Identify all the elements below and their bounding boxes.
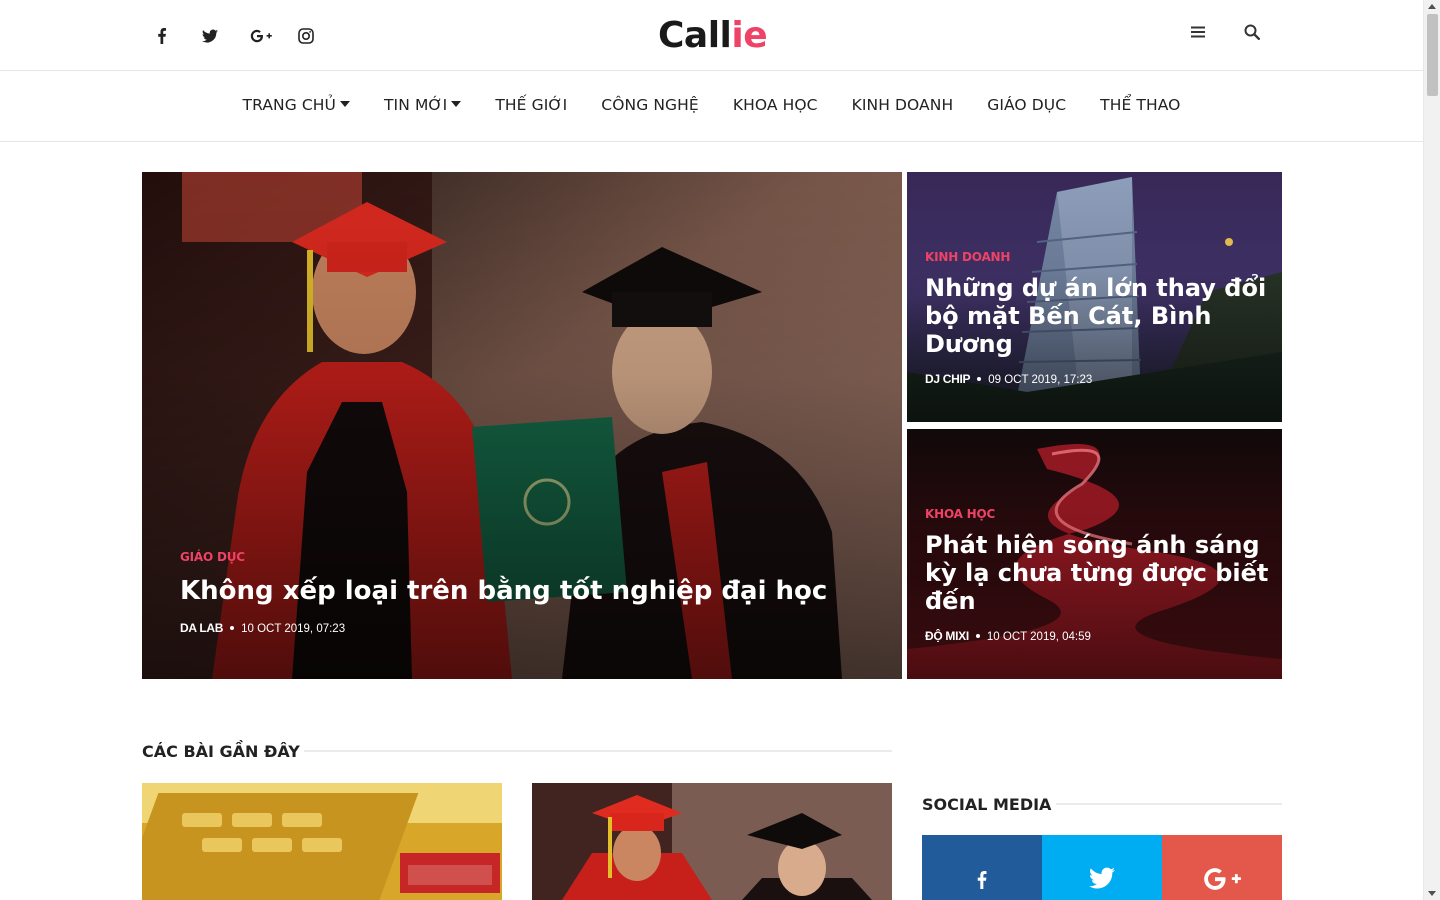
google-plus-icon bbox=[1204, 868, 1241, 890]
section-divider bbox=[1056, 803, 1282, 805]
page-scrollbar[interactable] bbox=[1423, 0, 1440, 900]
post-category[interactable]: GIÁO DỤC bbox=[180, 550, 870, 564]
post-byline: DJ CHIP 09 OCT 2019, 17:23 bbox=[925, 372, 1270, 386]
post-date: 09 OCT 2019, 17:23 bbox=[988, 374, 1093, 387]
recent-post-card[interactable] bbox=[532, 783, 892, 900]
post-category[interactable]: KINH DOANH bbox=[925, 250, 1270, 264]
site-logo[interactable]: Callie bbox=[658, 15, 768, 56]
recent-post-image bbox=[142, 783, 502, 900]
nav-item-giao-duc[interactable]: GIÁO DỤC bbox=[987, 96, 1066, 114]
facebook-icon[interactable] bbox=[150, 22, 198, 50]
nav-item-khoa-hoc[interactable]: KHOA HỌC bbox=[733, 96, 818, 114]
nav-item-kinh-doanh[interactable]: KINH DOANH bbox=[852, 96, 954, 114]
caret-down-icon bbox=[339, 101, 350, 107]
nav-item-cong-nghe[interactable]: CÔNG NGHỆ bbox=[601, 96, 699, 114]
nav-label: GIÁO DỤC bbox=[987, 96, 1067, 114]
separator-dot bbox=[230, 626, 235, 631]
main-navigation: TRANG CHỦ TIN MỚI THẾ GIỚI CÔNG NGHỆ KHO… bbox=[0, 71, 1423, 142]
post-category[interactable]: KHOA HỌC bbox=[925, 507, 1270, 521]
logo-text: Call bbox=[658, 15, 732, 56]
post-title[interactable]: Những dự án lớn thay đổi bộ mặt Bến Cát,… bbox=[925, 274, 1270, 358]
recent-post-image bbox=[532, 783, 892, 900]
google-plus-icon[interactable] bbox=[246, 22, 294, 50]
header-actions bbox=[1190, 24, 1264, 48]
separator-dot bbox=[975, 634, 980, 639]
search-icon[interactable] bbox=[1244, 24, 1264, 48]
recent-posts-heading: CÁC BÀI GẦN ĐÂY bbox=[142, 742, 300, 761]
nav-label: TIN MỚI bbox=[383, 96, 448, 114]
featured-post-info: KHOA HỌC Phát hiện sóng ánh sáng kỳ lạ c… bbox=[925, 507, 1270, 643]
top-header: Callie bbox=[0, 0, 1423, 71]
nav-label: TRANG CHỦ bbox=[242, 96, 336, 114]
post-author[interactable]: DA LAB bbox=[180, 621, 223, 635]
featured-post-main[interactable]: GIÁO DỤC Không xếp loại trên bằng tốt ng… bbox=[142, 172, 902, 679]
twitter-icon bbox=[1089, 867, 1115, 889]
caret-down-icon bbox=[451, 101, 462, 107]
recent-post-card[interactable] bbox=[142, 783, 502, 900]
menu-icon[interactable] bbox=[1190, 24, 1210, 48]
section-divider bbox=[304, 750, 892, 752]
featured-post-info: GIÁO DỤC Không xếp loại trên bằng tốt ng… bbox=[180, 550, 870, 635]
scroll-down-arrow-icon[interactable] bbox=[1428, 891, 1436, 896]
nav-item-the-thao[interactable]: THỂ THAO bbox=[1100, 96, 1180, 114]
post-author[interactable]: DJ CHIP bbox=[925, 372, 971, 386]
post-date: 10 OCT 2019, 07:23 bbox=[241, 623, 346, 636]
nav-label: CÔNG NGHỆ bbox=[601, 96, 699, 114]
nav-item-tin-moi[interactable]: TIN MỚI bbox=[383, 96, 462, 114]
nav-item-trang-chu[interactable]: TRANG CHỦ bbox=[243, 96, 350, 114]
post-byline: ĐỘ MIXI 10 OCT 2019, 04:59 bbox=[925, 629, 1270, 643]
nav-label: THẾ GIỚI bbox=[495, 96, 568, 114]
nav-item-the-gioi[interactable]: THẾ GIỚI bbox=[495, 96, 567, 114]
post-title[interactable]: Phát hiện sóng ánh sáng kỳ lạ chưa từng … bbox=[925, 531, 1270, 615]
instagram-icon[interactable] bbox=[294, 22, 342, 50]
nav-label: THỂ THAO bbox=[1100, 96, 1181, 114]
post-author[interactable]: ĐỘ MIXI bbox=[925, 629, 969, 643]
post-title[interactable]: Không xếp loại trên bằng tốt nghiệp đại … bbox=[180, 576, 870, 607]
google-plus-button[interactable] bbox=[1162, 835, 1282, 900]
nav-label: KHOA HỌC bbox=[732, 96, 818, 114]
twitter-button[interactable] bbox=[1042, 835, 1162, 900]
header-social-links bbox=[150, 22, 342, 50]
featured-post-side-1[interactable]: KINH DOANH Những dự án lớn thay đổi bộ m… bbox=[907, 172, 1282, 422]
facebook-icon bbox=[977, 871, 987, 889]
facebook-button[interactable] bbox=[922, 835, 1042, 900]
separator-dot bbox=[977, 377, 982, 382]
featured-post-info: KINH DOANH Những dự án lớn thay đổi bộ m… bbox=[925, 250, 1270, 386]
social-media-heading: SOCIAL MEDIA bbox=[922, 795, 1052, 814]
scroll-up-arrow-icon[interactable] bbox=[1428, 4, 1436, 9]
nav-label: KINH DOANH bbox=[851, 96, 954, 114]
scrollbar-thumb[interactable] bbox=[1427, 14, 1438, 96]
featured-post-side-2[interactable]: KHOA HỌC Phát hiện sóng ánh sáng kỳ lạ c… bbox=[907, 429, 1282, 679]
twitter-icon[interactable] bbox=[198, 22, 246, 50]
post-date: 10 OCT 2019, 04:59 bbox=[986, 631, 1091, 644]
post-byline: DA LAB 10 OCT 2019, 07:23 bbox=[180, 621, 870, 635]
logo-text-accent: ie bbox=[731, 15, 768, 56]
